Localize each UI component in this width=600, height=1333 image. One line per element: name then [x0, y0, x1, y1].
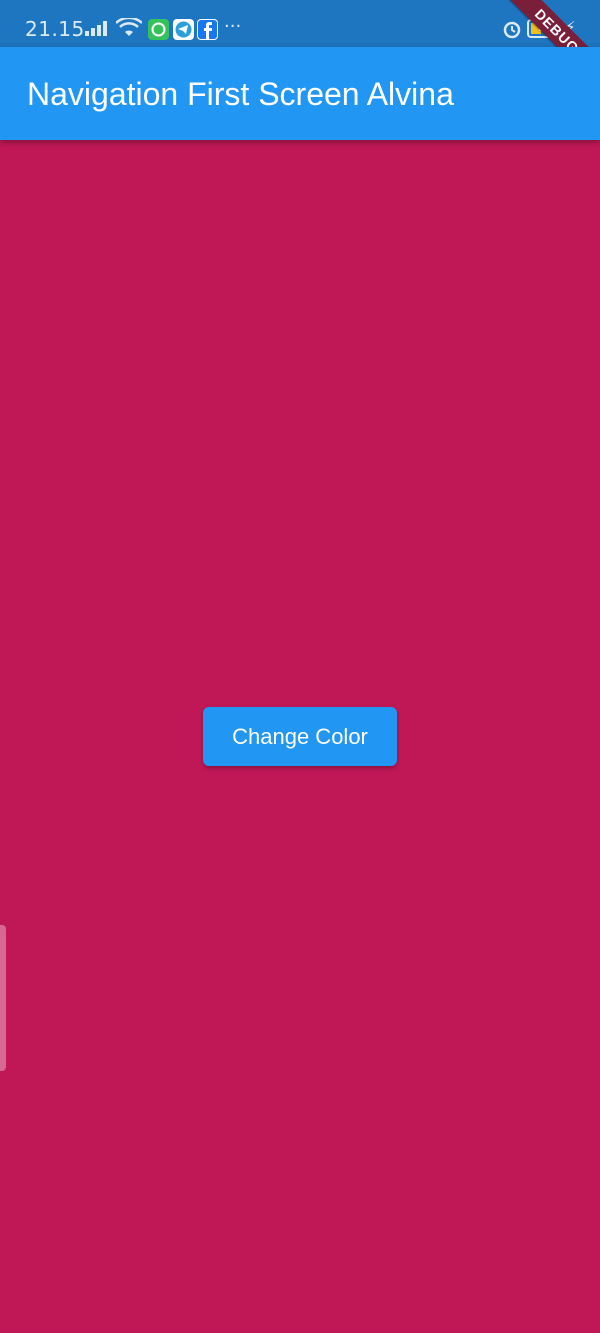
app-bar: Navigation First Screen Alvina [0, 47, 600, 140]
status-bar: 21.15 ··· ⚡ [0, 0, 600, 47]
status-time: 21.15 [25, 17, 85, 41]
page-title: Navigation First Screen Alvina [27, 76, 454, 112]
more-notifications-icon: ··· [224, 16, 242, 37]
change-color-button[interactable]: Change Color [203, 707, 397, 766]
whatsapp-icon [148, 19, 169, 40]
telegram-icon [173, 19, 194, 40]
signal-icon [85, 20, 111, 40]
wifi-icon [115, 16, 143, 42]
facebook-icon [197, 19, 218, 40]
edge-swipe-handle[interactable] [0, 925, 6, 1071]
alarm-icon [502, 19, 522, 43]
